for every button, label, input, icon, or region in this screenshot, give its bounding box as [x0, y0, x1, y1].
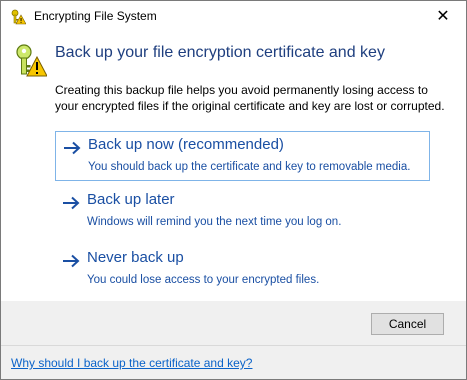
page-title: Back up your file encryption certificate…	[55, 44, 385, 61]
cancel-button[interactable]: Cancel	[371, 313, 444, 335]
arrow-right-icon	[64, 141, 81, 155]
back-up-now-description: You should back up the certificate and k…	[88, 161, 411, 173]
help-link[interactable]: Why should I back up the certificate and…	[11, 356, 252, 370]
back-up-now-option[interactable]: Back up now (recommended) You should bac…	[55, 131, 430, 181]
footer-divider	[1, 345, 466, 346]
window-title: Encrypting File System	[34, 9, 157, 23]
back-up-now-label: Back up now (recommended)	[88, 136, 284, 153]
dialog-window: Encrypting File System ✕ Back up your fi…	[0, 0, 467, 380]
never-back-up-label: Never back up	[87, 249, 184, 266]
key-warning-icon	[16, 44, 47, 77]
title-bar[interactable]: Encrypting File System ✕	[1, 1, 466, 31]
key-warning-icon	[11, 9, 26, 25]
close-button[interactable]: ✕	[420, 1, 466, 31]
dialog-footer: Cancel Why should I back up the certific…	[1, 301, 466, 379]
back-up-later-option[interactable]: Back up later Windows will remind you th…	[55, 187, 430, 237]
arrow-right-icon	[63, 254, 80, 268]
arrow-right-icon	[63, 196, 80, 210]
never-back-up-description: You could lose access to your encrypted …	[87, 274, 320, 286]
back-up-later-label: Back up later	[87, 191, 175, 208]
never-back-up-option[interactable]: Never back up You could lose access to y…	[55, 245, 430, 295]
back-up-later-description: Windows will remind you the next time yo…	[87, 216, 342, 228]
description-text: Creating this backup file helps you avoi…	[55, 83, 445, 113]
close-icon: ✕	[436, 8, 450, 25]
